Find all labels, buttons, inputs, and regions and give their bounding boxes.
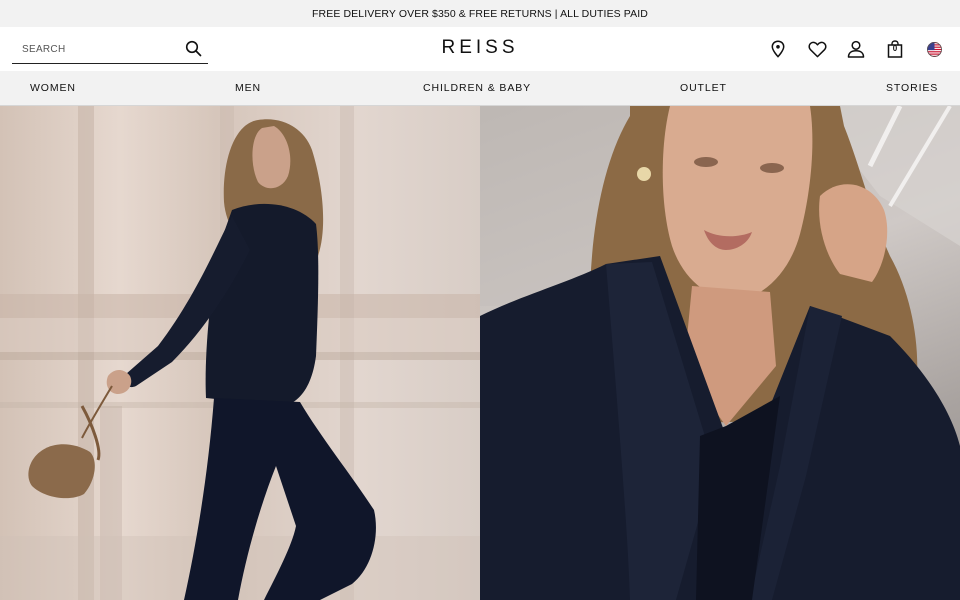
shopping-bag-icon[interactable]: 0 [885, 39, 905, 59]
nav-item-women[interactable]: WOMEN [30, 71, 76, 106]
account-icon[interactable] [846, 39, 866, 59]
promo-text: FREE DELIVERY OVER $350 & FREE RETURNS |… [312, 7, 648, 20]
hero-image-right-art [480, 106, 960, 600]
us-flag-icon[interactable] [924, 39, 944, 59]
nav-item-stories[interactable]: STORIES [886, 71, 938, 106]
brand-logo[interactable]: REISS [441, 37, 518, 58]
site-header: REISS 0 [0, 27, 960, 71]
hero-banner [0, 106, 960, 600]
nav-item-outlet[interactable]: OUTLET [680, 71, 727, 106]
hero-image-right[interactable] [480, 106, 960, 600]
bag-count: 0 [892, 44, 898, 53]
search-bar[interactable] [12, 36, 208, 64]
nav-item-children-baby[interactable]: CHILDREN & BABY [423, 71, 531, 106]
search-icon[interactable] [185, 40, 202, 57]
hero-image-left-art [0, 106, 480, 600]
nav-item-men[interactable]: MEN [235, 71, 261, 106]
hero-image-left[interactable] [0, 106, 480, 600]
location-pin-icon[interactable] [768, 39, 788, 59]
header-icons: 0 [749, 39, 944, 59]
search-input[interactable] [12, 44, 172, 55]
main-navigation: WOMEN MEN CHILDREN & BABY OUTLET STORIES [0, 71, 960, 106]
heart-icon[interactable] [807, 39, 827, 59]
promo-banner[interactable]: FREE DELIVERY OVER $350 & FREE RETURNS |… [0, 0, 960, 27]
